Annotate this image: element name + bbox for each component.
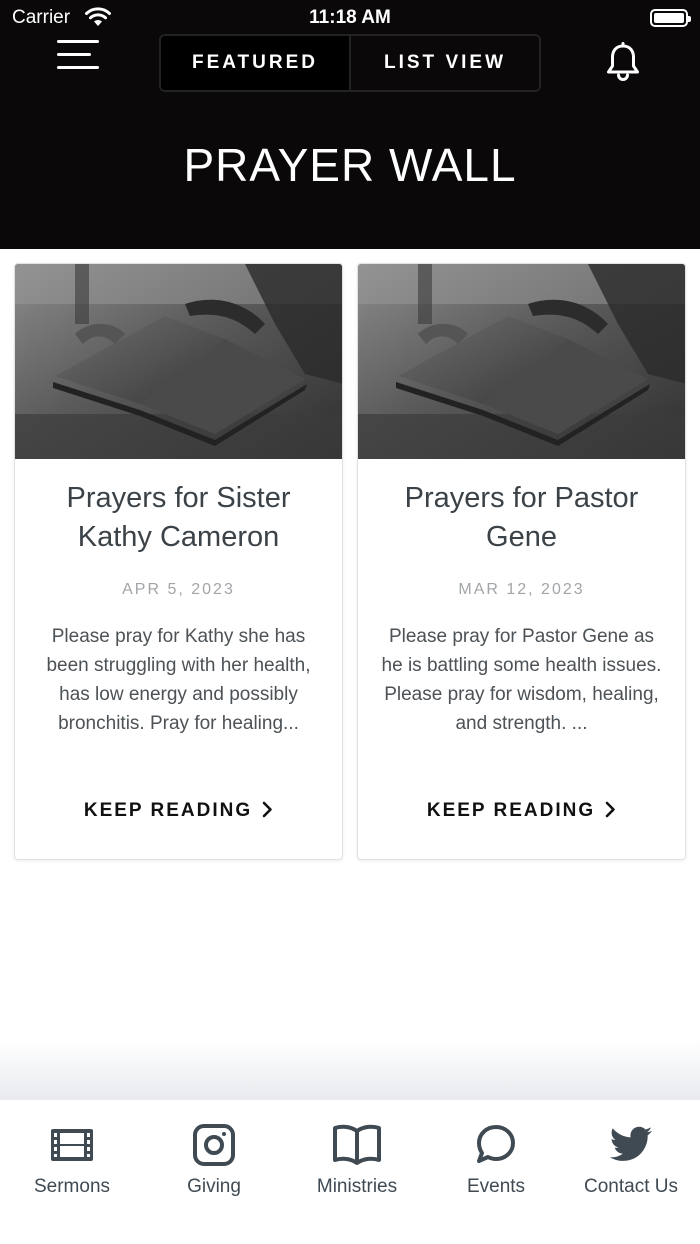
tab-featured[interactable]: FEATURED bbox=[161, 36, 349, 90]
card-excerpt: Please pray for Kathy she has been strug… bbox=[46, 626, 311, 734]
keep-reading-link[interactable]: KEEP READING bbox=[358, 800, 685, 822]
tab-label: Sermons bbox=[33, 1176, 111, 1197]
tab-sermons[interactable]: Sermons bbox=[22, 1122, 122, 1198]
view-toggle: FEATURED LIST VIEW bbox=[159, 34, 541, 92]
keep-reading-label: KEEP READING bbox=[426, 800, 596, 821]
notification-bell-icon[interactable] bbox=[604, 42, 642, 82]
tab-label: Contact Us bbox=[584, 1176, 678, 1197]
tab-events[interactable]: Events bbox=[446, 1122, 546, 1198]
tab-giving[interactable]: Giving bbox=[164, 1122, 264, 1198]
tab-label: Giving bbox=[187, 1176, 241, 1197]
menu-button[interactable] bbox=[55, 38, 101, 72]
chevron-right-icon bbox=[262, 801, 272, 818]
tab-label: Events bbox=[466, 1176, 526, 1197]
tab-ministries[interactable]: Ministries bbox=[296, 1122, 418, 1198]
tab-list-view[interactable]: LIST VIEW bbox=[349, 36, 539, 90]
hamburger-icon bbox=[57, 40, 99, 43]
card-title[interactable]: Prayers for Sister Kathy Cameron bbox=[35, 479, 322, 557]
instagram-icon bbox=[193, 1124, 235, 1166]
card-title[interactable]: Prayers for Pastor Gene bbox=[378, 479, 665, 557]
open-bible-photo bbox=[358, 264, 685, 459]
tab-bar: Sermons Giving Ministries Events Contact… bbox=[0, 1100, 700, 1244]
open-bible-photo bbox=[15, 264, 342, 459]
battery-icon bbox=[650, 9, 691, 27]
card-excerpt: Please pray for Pastor Gene as he is bat… bbox=[381, 626, 662, 734]
twitter-icon bbox=[609, 1126, 653, 1161]
keep-reading-label: KEEP READING bbox=[83, 800, 253, 821]
chevron-right-icon bbox=[605, 801, 615, 818]
hamburger-line bbox=[57, 66, 99, 69]
prayer-card[interactable]: Prayers for Sister Kathy Cameron APR 5, … bbox=[14, 263, 343, 860]
tab-label: Ministries bbox=[316, 1176, 398, 1197]
keep-reading-link[interactable]: KEEP READING bbox=[15, 800, 342, 822]
chat-bubble-icon bbox=[477, 1125, 515, 1163]
tabbar-shadow bbox=[0, 1040, 700, 1100]
prayer-card[interactable]: Prayers for Pastor Gene MAR 12, 2023 Ple… bbox=[357, 263, 686, 860]
card-date: MAR 12, 2023 bbox=[458, 581, 585, 598]
status-time: 11:18 AM bbox=[309, 7, 391, 28]
tab-contact-us[interactable]: Contact Us bbox=[572, 1122, 690, 1198]
hamburger-line bbox=[57, 53, 91, 56]
page-title: PRAYER WALL bbox=[183, 139, 517, 191]
book-icon bbox=[333, 1124, 381, 1165]
status-bar: Carrier 11:18 AM bbox=[0, 0, 700, 36]
header: Carrier 11:18 AM FEATURED LIST VIEW PRAY… bbox=[0, 0, 700, 249]
card-date: APR 5, 2023 bbox=[122, 581, 235, 598]
film-icon bbox=[51, 1129, 93, 1161]
